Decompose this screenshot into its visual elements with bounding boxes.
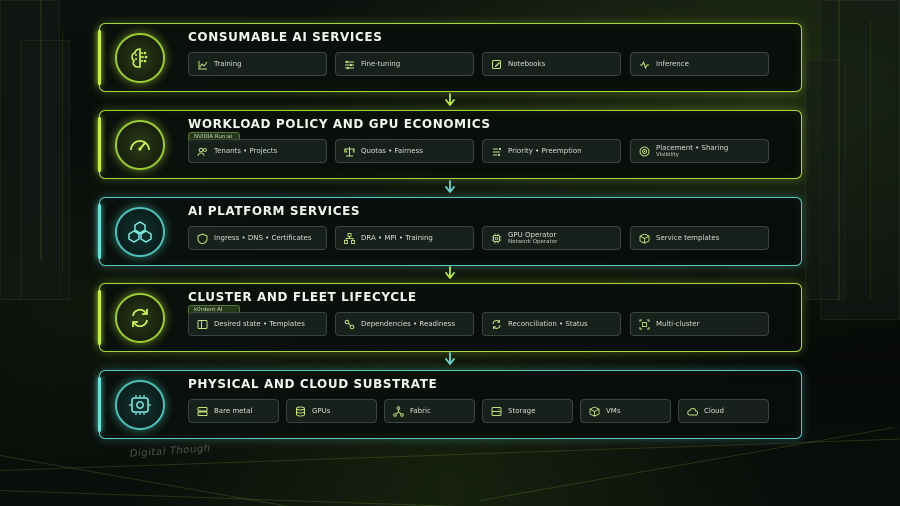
chip-label: GPU Operator: [508, 230, 557, 239]
chip-label: Reconciliation • Status: [508, 319, 588, 328]
service-chip: Service templates: [630, 226, 769, 250]
layer-card: CONSUMABLE AI SERVICES Training Fine-tunin…: [98, 23, 802, 92]
vm-icon: [589, 406, 600, 417]
service-chip: Training: [188, 52, 327, 76]
service-chip: VMs: [580, 399, 671, 423]
scale-icon: [344, 146, 355, 157]
service-chip: Priority • Preemption: [482, 139, 621, 163]
refresh-icon: [491, 319, 502, 330]
dependencies-icon: [344, 319, 355, 330]
service-chip: Cloud: [678, 399, 769, 423]
chip-label: Priority • Preemption: [508, 146, 582, 155]
storage-icon: [491, 406, 502, 417]
chip-label: Ingress • DNS • Certificates: [214, 233, 312, 242]
fabric-icon: [393, 405, 404, 417]
chip-label: Multi-cluster: [656, 319, 700, 328]
service-chip: Tenants • Projects: [188, 139, 327, 163]
service-chip: Multi-cluster: [630, 312, 769, 336]
chip-label: Fabric: [410, 406, 431, 415]
layer-card: AI PLATFORM SERVICES Ingress • DNS • Cert…: [98, 197, 802, 266]
chip-icon: [491, 233, 502, 244]
service-chip: Notebooks: [482, 52, 621, 76]
shield-icon: [197, 232, 208, 244]
service-chip: Reconciliation • Status: [482, 312, 621, 336]
chip-label: Bare metal: [214, 406, 253, 415]
chip-label: Dependencies • Readiness: [361, 319, 455, 328]
chip-sublabel: Visibility: [656, 151, 680, 158]
flow-arrow-down-icon: [444, 266, 456, 280]
database-icon: [295, 406, 306, 417]
layer-title: AI PLATFORM SERVICES: [188, 204, 361, 218]
users-icon: [197, 146, 208, 157]
service-chip: GPUs: [286, 399, 377, 423]
flow-arrow-down-icon: [444, 93, 456, 107]
layer-title: CLUSTER AND FLEET LIFECYCLE: [188, 290, 417, 304]
layer-title: PHYSICAL AND CLOUD SUBSTRATE: [188, 377, 438, 391]
chip-label: Storage: [508, 406, 536, 415]
service-chip: DRA • MPI • Training: [335, 226, 474, 250]
template-icon: [197, 319, 208, 330]
pulse-icon: [639, 59, 650, 70]
service-chip: Inference: [630, 52, 769, 76]
service-chip: Fine-tuning: [335, 52, 474, 76]
sliders-icon: [344, 59, 355, 70]
cloud-icon: [687, 406, 698, 417]
chip-label: Placement • Sharing: [656, 143, 729, 152]
cubes-icon: [115, 207, 165, 257]
service-chip: GPU Operator Network Operator: [482, 226, 621, 250]
chip-label: VMs: [606, 406, 621, 415]
service-chip: Ingress • DNS • Certificates: [188, 226, 327, 250]
multi-cluster-icon: [639, 319, 650, 330]
server-icon: [197, 406, 208, 417]
service-chip: Fabric: [384, 399, 475, 423]
chip-label: Cloud: [704, 406, 724, 415]
chip-label: DRA • MPI • Training: [361, 233, 433, 242]
chip-label: Fine-tuning: [361, 59, 401, 68]
chip-label: GPUs: [312, 406, 331, 415]
priority-icon: [491, 146, 502, 157]
layer-title: WORKLOAD POLICY AND GPU ECONOMICS: [188, 117, 491, 131]
chip-label: Service templates: [656, 233, 720, 242]
layer-card: CLUSTER AND FLEET LIFECYCLE k0rdent AI Des…: [98, 283, 802, 352]
server-chip-icon: [115, 380, 165, 430]
service-chip: Quotas • Fairness: [335, 139, 474, 163]
chip-label: Training: [214, 59, 242, 68]
service-chip: Storage: [482, 399, 573, 423]
target-icon: [639, 146, 650, 157]
flow-arrow-down-icon: [444, 180, 456, 194]
chip-label: Inference: [656, 59, 689, 68]
chip-label: Tenants • Projects: [214, 146, 278, 155]
flow-arrow-down-icon: [444, 352, 456, 366]
layer-card: WORKLOAD POLICY AND GPU ECONOMICS NVIDIA …: [98, 110, 802, 179]
network-icon: [344, 232, 355, 244]
box-icon: [639, 233, 650, 244]
gauge-icon: [115, 120, 165, 170]
chip-label: Notebooks: [508, 59, 546, 68]
service-chip: Dependencies • Readiness: [335, 312, 474, 336]
chip-label: Desired state • Templates: [214, 319, 305, 328]
notebook-edit-icon: [491, 59, 502, 70]
service-chip: Bare metal: [188, 399, 279, 423]
sync-icon: [115, 293, 165, 343]
chip-label: Quotas • Fairness: [361, 146, 423, 155]
service-chip: Desired state • Templates: [188, 312, 327, 336]
chip-sublabel: Network Operator: [508, 238, 558, 245]
layer-title: CONSUMABLE AI SERVICES: [188, 30, 383, 44]
chart-line-icon: [197, 59, 208, 70]
brain-icon: [115, 33, 165, 83]
layer-card: PHYSICAL AND CLOUD SUBSTRATE Bare metal GP…: [98, 370, 802, 439]
service-chip: Placement • Sharing Visibility: [630, 139, 769, 163]
